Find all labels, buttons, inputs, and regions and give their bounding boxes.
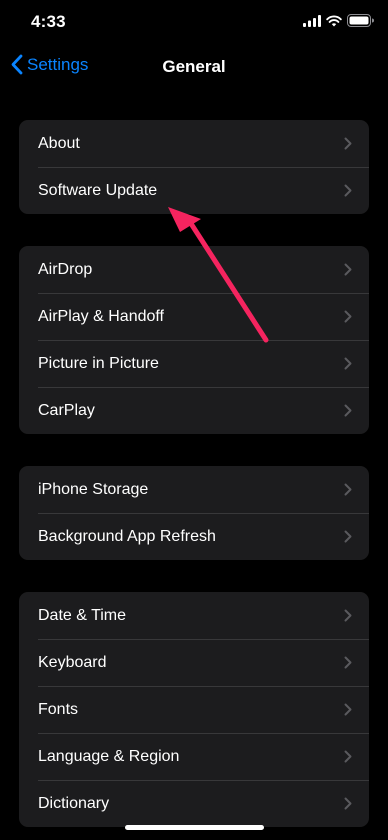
row-label: Software Update bbox=[38, 181, 158, 199]
row-airplay-handoff[interactable]: AirPlay & Handoff bbox=[19, 293, 369, 340]
row-date-time[interactable]: Date & Time bbox=[19, 592, 369, 639]
chevron-right-icon bbox=[344, 137, 352, 150]
chevron-right-icon bbox=[344, 750, 352, 763]
battery-icon bbox=[347, 14, 374, 32]
chevron-right-icon bbox=[344, 609, 352, 622]
settings-group-about: About Software Update bbox=[19, 120, 369, 214]
status-icons bbox=[303, 14, 374, 32]
chevron-right-icon bbox=[344, 404, 352, 417]
row-label: AirPlay & Handoff bbox=[38, 307, 164, 325]
chevron-right-icon bbox=[344, 184, 352, 197]
cellular-signal-icon bbox=[303, 14, 321, 32]
row-label: CarPlay bbox=[38, 401, 95, 419]
row-label: iPhone Storage bbox=[38, 480, 149, 498]
status-time: 4:33 bbox=[31, 12, 66, 31]
row-picture-in-picture[interactable]: Picture in Picture bbox=[19, 340, 369, 387]
row-label: Date & Time bbox=[38, 606, 127, 624]
row-label: Picture in Picture bbox=[38, 354, 159, 372]
settings-group-connectivity: AirDrop AirPlay & Handoff Picture in Pic… bbox=[19, 246, 369, 434]
home-indicator bbox=[125, 825, 264, 830]
row-label: Fonts bbox=[38, 700, 79, 718]
settings-group-storage: iPhone Storage Background App Refresh bbox=[19, 466, 369, 560]
row-language-region[interactable]: Language & Region bbox=[19, 733, 369, 780]
row-iphone-storage[interactable]: iPhone Storage bbox=[19, 466, 369, 513]
chevron-right-icon bbox=[344, 797, 352, 810]
row-label: Dictionary bbox=[38, 794, 110, 812]
chevron-right-icon bbox=[344, 703, 352, 716]
chevron-right-icon bbox=[344, 656, 352, 669]
chevron-right-icon bbox=[344, 263, 352, 276]
row-dictionary[interactable]: Dictionary bbox=[19, 780, 369, 827]
row-carplay[interactable]: CarPlay bbox=[19, 387, 369, 434]
navigation-bar: Settings General bbox=[0, 44, 388, 88]
chevron-right-icon bbox=[344, 310, 352, 323]
row-label: Keyboard bbox=[38, 653, 107, 671]
chevron-right-icon bbox=[344, 357, 352, 370]
row-airdrop[interactable]: AirDrop bbox=[19, 246, 369, 293]
chevron-right-icon bbox=[344, 530, 352, 543]
row-software-update[interactable]: Software Update bbox=[19, 167, 369, 214]
row-label: Background App Refresh bbox=[38, 527, 216, 545]
row-label: About bbox=[38, 134, 80, 152]
wifi-icon bbox=[326, 14, 342, 32]
chevron-right-icon bbox=[344, 483, 352, 496]
row-background-app-refresh[interactable]: Background App Refresh bbox=[19, 513, 369, 560]
settings-group-regional: Date & Time Keyboard Fonts Language & Re… bbox=[19, 592, 369, 827]
row-about[interactable]: About bbox=[19, 120, 369, 167]
page-title: General bbox=[162, 57, 226, 76]
row-fonts[interactable]: Fonts bbox=[19, 686, 369, 733]
row-label: Language & Region bbox=[38, 747, 180, 765]
row-label: AirDrop bbox=[38, 260, 93, 278]
row-keyboard[interactable]: Keyboard bbox=[19, 639, 369, 686]
status-bar: 4:33 bbox=[0, 0, 388, 44]
